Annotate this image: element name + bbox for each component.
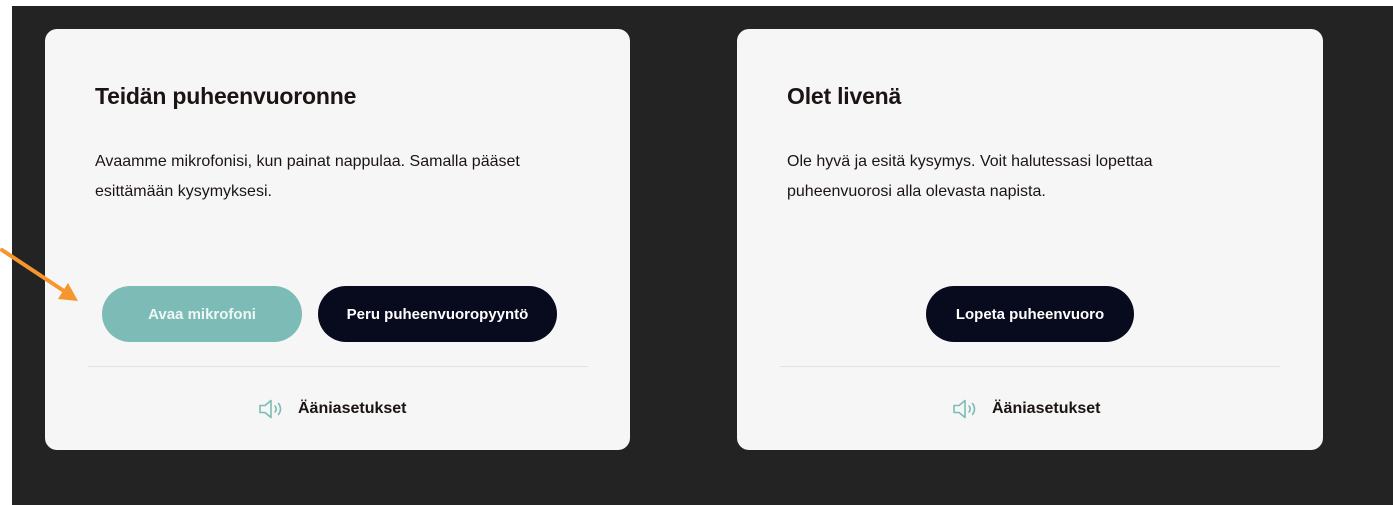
cancel-request-label: Peru puheenvuoropyyntö [346,305,529,323]
divider [780,366,1280,367]
card-description: Ole hyvä ja esitä kysymys. Voit halutess… [787,153,1153,200]
audio-settings-label: Ääniasetukset [992,400,1101,417]
cancel-request-button[interactable]: Peru puheenvuoropyyntö [318,286,557,342]
open-microphone-label: Avaa mikrofoni [148,305,256,323]
end-speaking-turn-button[interactable]: Lopeta puheenvuoro [926,286,1134,342]
speaking-turn-card: Teidän puheenvuoronne Avaamme mikrofonis… [45,29,630,450]
end-speaking-turn-label: Lopeta puheenvuoro [955,305,1105,323]
pointer-arrow-icon [0,248,78,301]
audio-settings-link[interactable]: Ääniasetukset [952,396,1101,422]
divider [88,366,588,367]
speaker-icon [259,399,282,419]
live-card: Olet livenä Ole hyvä ja esitä kysymys. V… [737,29,1323,450]
card-title: Olet livenä [787,83,902,109]
audio-settings-label: Ääniasetukset [298,400,407,417]
open-microphone-button[interactable]: Avaa mikrofoni [102,286,302,342]
speaker-icon [953,399,976,419]
card-description: Avaamme mikrofonisi, kun painat nappulaa… [95,153,520,200]
audio-settings-link[interactable]: Ääniasetukset [258,396,407,422]
card-title: Teidän puheenvuoronne [95,83,357,109]
